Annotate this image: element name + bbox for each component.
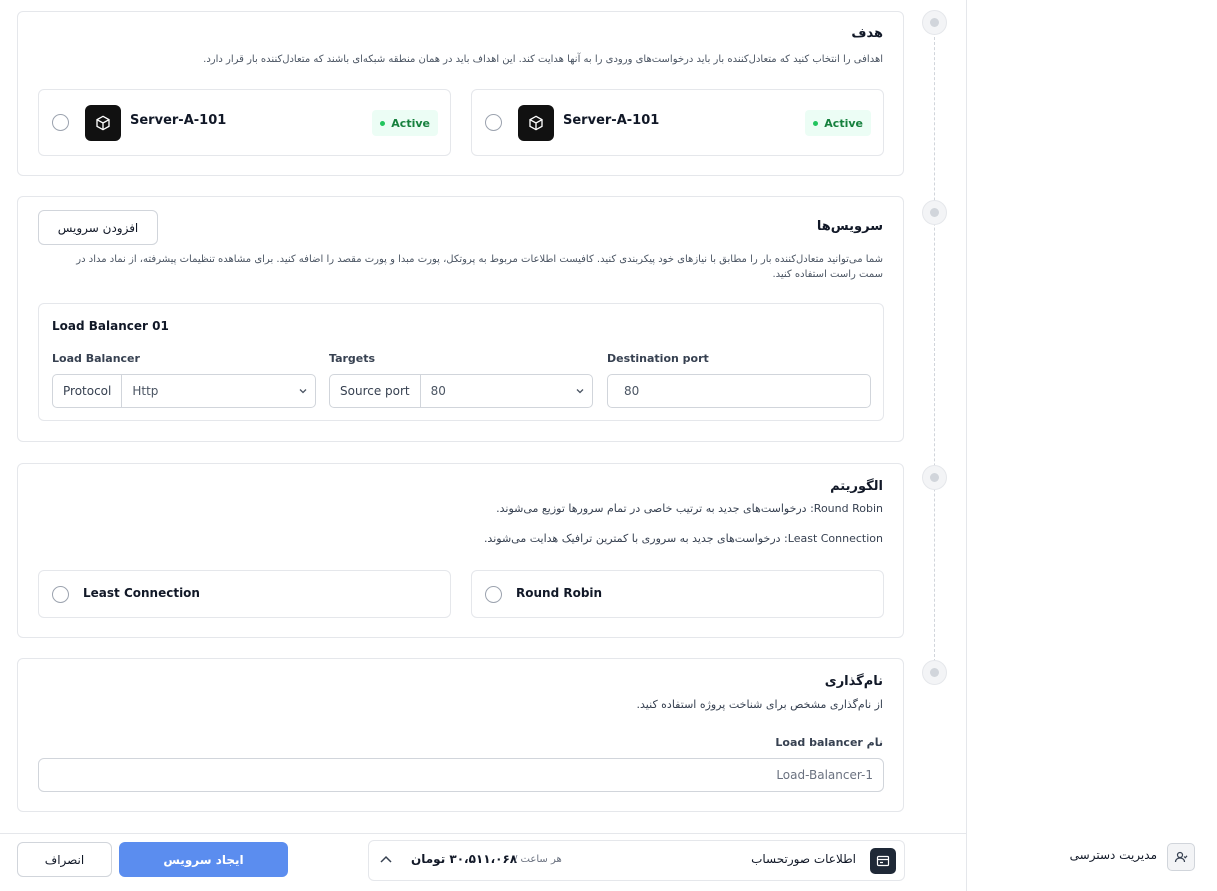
invoice-bar[interactable]: ۳۰،۵۱۱،۰۶۸ تومان هر ساعت / اطلاعات صورتح… <box>368 840 905 881</box>
service-title: Load Balancer 01 <box>52 319 169 333</box>
target-section: هدف اهدافی را انتخاب کنید که متعادل‌کنند… <box>17 11 904 176</box>
protocol-select[interactable]: Protocol Http <box>52 374 316 408</box>
services-description: شما می‌توانید متعادل‌کننده بار را مطابق … <box>76 254 883 280</box>
target-radio[interactable] <box>52 114 69 131</box>
cube-icon <box>518 105 554 141</box>
targets-label: Targets <box>329 352 376 365</box>
algorithm-desc-least-connection: Least Connection: درخواست‌های جدید به سر… <box>483 532 883 545</box>
lb-name-input[interactable]: Load-Balancer-1 <box>38 758 884 792</box>
server-name: Server-A-101 <box>130 113 227 128</box>
invoice-icon <box>870 848 896 874</box>
source-port-select[interactable]: Source port 80 <box>329 374 593 408</box>
access-management-label[interactable]: مدیریت دسترسی <box>1070 848 1157 862</box>
status-dot-icon <box>380 120 386 126</box>
algorithm-option-round-robin[interactable]: Round Robin <box>471 570 884 618</box>
price-value: ۳۰،۵۱۱،۰۶۸ تومان <box>411 852 518 866</box>
lb-name-label: نام Load balancer <box>775 736 883 749</box>
target-radio[interactable] <box>485 114 502 131</box>
destination-port-input[interactable]: 80 <box>607 374 871 408</box>
timeline-step-target <box>922 10 947 35</box>
chevron-down-icon <box>568 386 592 396</box>
add-service-button[interactable]: افزودن سرویس <box>38 210 158 245</box>
timeline-step-algorithm <box>922 465 947 490</box>
target-card[interactable]: Active Server-A-101 <box>471 89 884 156</box>
create-service-button[interactable]: ایجاد سرویس <box>119 842 288 877</box>
per-hour-label: هر ساعت / <box>514 854 562 865</box>
status-dot-icon <box>813 120 819 126</box>
timeline-step-services <box>922 200 947 225</box>
user-access-icon[interactable] <box>1167 843 1195 871</box>
server-name: Server-A-101 <box>563 113 660 128</box>
cube-icon <box>85 105 121 141</box>
status-badge: Active <box>805 110 871 136</box>
algorithm-title: الگوریتم <box>830 479 883 494</box>
target-title: هدف <box>851 26 883 41</box>
right-sidebar: مدیریت دسترسی <box>966 0 1217 891</box>
source-port-value: 80 <box>430 384 446 398</box>
main-content: هدف اهدافی را انتخاب کنید که متعادل‌کنند… <box>0 0 966 891</box>
invoice-label: اطلاعات صورتحساب <box>751 852 856 866</box>
source-port-addon: Source port <box>330 375 421 407</box>
naming-title: نام‌گذاری <box>824 674 883 689</box>
status-badge: Active <box>372 110 438 136</box>
algorithm-radio[interactable] <box>485 586 502 603</box>
services-section: سرویس‌ها افزودن سرویس شما می‌توانید متعا… <box>17 196 904 442</box>
naming-section: نام‌گذاری از نام‌گذاری مشخص برای شناخت پ… <box>17 658 904 812</box>
timeline-line <box>934 22 935 672</box>
protocol-addon: Protocol <box>53 375 123 407</box>
destination-port-label: Destination port <box>607 352 709 365</box>
load-balancer-label: Load Balancer <box>52 352 140 365</box>
chevron-down-icon <box>291 386 315 396</box>
cancel-button[interactable]: انصراف <box>17 842 112 877</box>
timeline-step-naming <box>922 660 947 685</box>
algorithm-option-least-connection[interactable]: Least Connection <box>38 570 451 618</box>
algorithm-desc-round-robin: Round Robin: درخواست‌های جدید به ترتیب خ… <box>496 502 883 515</box>
protocol-value: Http <box>132 384 159 398</box>
service-item: Load Balancer 01 Load Balancer Protocol … <box>38 303 884 421</box>
target-description: اهدافی را انتخاب کنید که متعادل‌کننده با… <box>203 54 883 65</box>
algorithm-radio[interactable] <box>52 586 69 603</box>
algorithm-section: الگوریتم Round Robin: درخواست‌های جدید ب… <box>17 463 904 638</box>
naming-description: از نام‌گذاری مشخص برای شناخت پروژه استفا… <box>636 698 883 711</box>
target-card[interactable]: Active Server-A-101 <box>38 89 451 156</box>
footer-bar: انصراف ایجاد سرویس ۳۰،۵۱۱،۰۶۸ تومان هر س… <box>0 833 966 891</box>
services-title: سرویس‌ها <box>816 219 883 234</box>
chevron-up-icon[interactable] <box>379 853 393 870</box>
